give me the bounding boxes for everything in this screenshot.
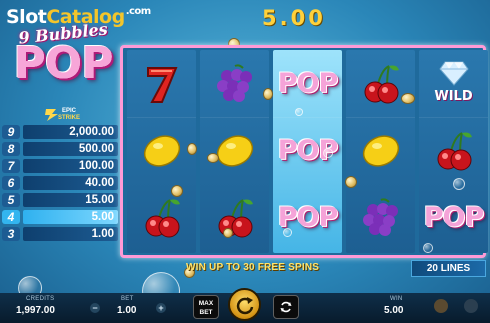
- paytable-count: 8: [2, 142, 20, 156]
- pop-label: POP: [423, 202, 485, 233]
- paytable-row-highlighted: 4 5.00: [0, 209, 118, 225]
- bet-decrease-button[interactable]: −: [90, 303, 100, 313]
- bubble: [283, 228, 292, 237]
- bubble: [423, 243, 433, 253]
- cherries-icon: [127, 184, 196, 251]
- bet-value: 1.00: [117, 305, 137, 316]
- logo-title: POP: [13, 38, 114, 89]
- coin-icon: [187, 143, 197, 155]
- autoplay-icon: [280, 301, 292, 313]
- paytable-value: 40.00: [23, 176, 118, 190]
- menu-icon[interactable]: [464, 299, 478, 313]
- cherries-icon: [419, 117, 488, 184]
- paytable-count: 6: [2, 176, 20, 190]
- seven-icon: [127, 50, 196, 117]
- coin-icon: [171, 185, 183, 197]
- max-bet-button[interactable]: MAX BET: [193, 295, 219, 319]
- paytable-count: 5: [2, 193, 20, 207]
- paytable-row: 9 2,000.00: [0, 124, 118, 140]
- paytable-row: 8 500.00: [0, 141, 118, 157]
- bubble: [323, 148, 333, 158]
- pop-symbol: POP: [273, 184, 342, 251]
- coin-icon: [345, 176, 357, 188]
- lemon-icon: [127, 117, 196, 184]
- paytable-value: 5.00: [23, 210, 118, 224]
- reel-2: [200, 50, 269, 253]
- paytable-value: 1.00: [23, 227, 118, 241]
- spin-button[interactable]: [228, 288, 261, 321]
- paytable-value: 100.00: [23, 159, 118, 173]
- credits-label: CREDITS: [26, 296, 55, 302]
- reel-grid: POP POP POP WILD POP: [120, 45, 488, 258]
- coin-icon: [207, 153, 219, 163]
- paytable-row: 5 15.00: [0, 192, 118, 208]
- paytable-row: 7 100.00: [0, 158, 118, 174]
- game-logo: 9 Bubbles POP: [8, 19, 118, 89]
- win-multiplier: 5.00: [262, 6, 326, 30]
- wild-symbol: WILD: [419, 50, 488, 117]
- max-bet-line2: BET: [199, 309, 213, 316]
- credits-value: 1,997.00: [16, 305, 55, 316]
- paytable-count: 9: [2, 125, 20, 139]
- diamond-icon: [439, 61, 469, 86]
- cherries-icon: [346, 50, 415, 117]
- epic-strike-badge: EPIC STRIKE: [44, 108, 84, 122]
- reel-1: [127, 50, 196, 253]
- reel-5: WILD POP: [419, 50, 488, 253]
- paytable: 9 2,000.00 8 500.00 7 100.00 6 40.00 5 1…: [0, 124, 118, 243]
- lemon-icon: [200, 117, 269, 184]
- pop-symbol: POP: [273, 50, 342, 117]
- paytable-row: 3 1.00: [0, 226, 118, 242]
- wild-label: WILD: [434, 89, 473, 104]
- coin-icon: [263, 88, 273, 100]
- cherries-icon: [200, 184, 269, 251]
- spin-arrow-icon: [236, 296, 253, 314]
- watermark-part3: .com: [125, 6, 152, 17]
- lightning-icon: [45, 109, 58, 121]
- bubble: [453, 178, 465, 190]
- grapes-icon: [346, 184, 415, 251]
- win-label: WIN: [390, 296, 403, 302]
- max-bet-line1: MAX: [198, 300, 214, 307]
- autoplay-button[interactable]: [273, 295, 299, 319]
- grapes-icon: [200, 50, 269, 117]
- paytable-value: 15.00: [23, 193, 118, 207]
- paytable-value: 2,000.00: [23, 125, 118, 139]
- bet-label: BET: [121, 296, 134, 302]
- lines-indicator: 20 LINES: [411, 260, 486, 277]
- paytable-count: 3: [2, 227, 20, 241]
- coin-icon: [401, 93, 415, 104]
- free-spins-banner: WIN UP TO 30 FREE SPINS: [186, 262, 320, 273]
- coin-icon: [223, 228, 233, 238]
- reel-4: [346, 50, 415, 253]
- paytable-row: 6 40.00: [0, 175, 118, 191]
- lemon-icon: [346, 117, 415, 184]
- win-value: 5.00: [384, 305, 404, 316]
- pop-label: POP: [277, 68, 339, 99]
- coin-stack-icon[interactable]: [434, 299, 448, 313]
- bubble: [295, 108, 303, 116]
- paytable-count: 7: [2, 159, 20, 173]
- paytable-value: 500.00: [23, 142, 118, 156]
- pop-symbol: POP: [419, 184, 488, 251]
- bet-increase-button[interactable]: +: [156, 303, 166, 313]
- paytable-count: 4: [2, 210, 20, 224]
